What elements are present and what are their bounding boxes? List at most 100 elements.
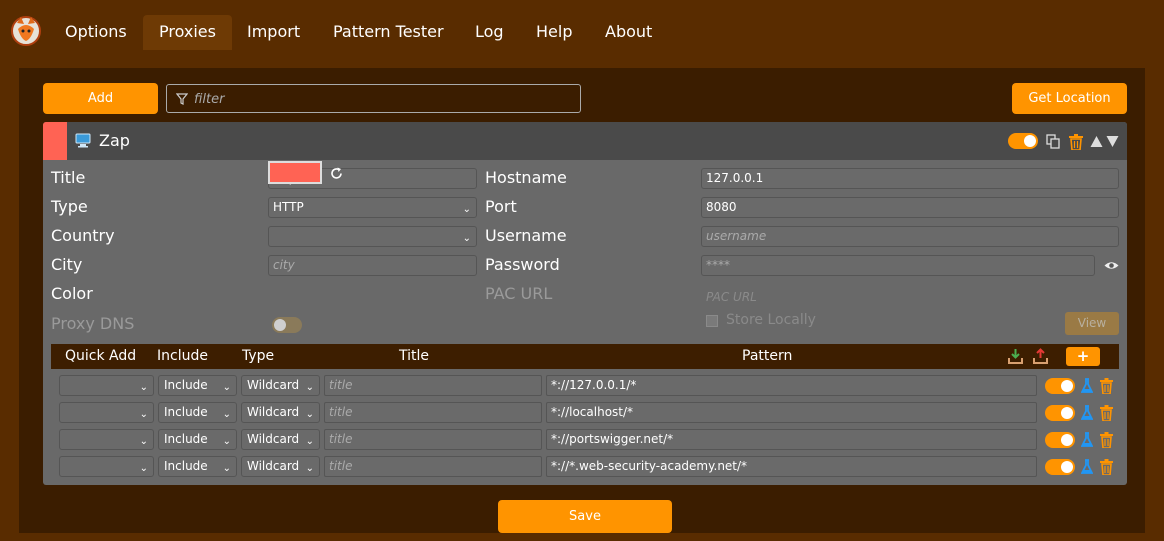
test-pattern-icon[interactable]	[1081, 459, 1093, 475]
include-select[interactable]: Include ⌄	[158, 456, 237, 477]
tab-options[interactable]: Options	[49, 15, 143, 50]
tab-about[interactable]: About	[589, 15, 668, 50]
include-select[interactable]: Include ⌄	[158, 429, 237, 450]
pattern-title-input[interactable]: title	[324, 375, 542, 396]
view-pac-button[interactable]: View	[1065, 312, 1119, 335]
chevron-down-icon: ⌄	[222, 409, 231, 420]
title-label: Title	[51, 168, 86, 187]
username-input[interactable]: username	[701, 226, 1119, 247]
chevron-down-icon: ⌄	[462, 233, 471, 244]
chevron-down-icon: ⌄	[222, 436, 231, 447]
tab-log[interactable]: Log	[459, 15, 520, 50]
chevron-down-icon: ⌄	[139, 463, 148, 474]
proxy-card: Zap Title Zap Type HTTP ⌄ Country ⌄ City	[43, 122, 1127, 485]
pattern-title-input[interactable]: title	[324, 456, 542, 477]
country-select[interactable]: ⌄	[268, 226, 477, 247]
type-value: Wildcard	[247, 459, 300, 473]
hostname-input[interactable]: 127.0.0.1	[701, 168, 1119, 189]
show-password-icon[interactable]	[1104, 260, 1119, 271]
tab-import[interactable]: Import	[231, 15, 316, 50]
pattern-title-input[interactable]: title	[324, 429, 542, 450]
export-patterns-icon[interactable]	[1033, 348, 1048, 364]
test-pattern-icon[interactable]	[1081, 405, 1093, 421]
port-label: Port	[485, 197, 517, 216]
port-input[interactable]: 8080	[701, 197, 1119, 218]
pattern-input[interactable]: *://portswigger.net/*	[546, 429, 1037, 450]
duplicate-icon[interactable]	[1046, 134, 1060, 149]
import-patterns-icon[interactable]	[1008, 348, 1023, 364]
store-locally-checkbox[interactable]	[706, 315, 718, 327]
quick-add-select[interactable]: ⌄	[59, 402, 154, 423]
top-nav: Options Proxies Import Pattern Tester Lo…	[0, 0, 1164, 50]
save-button[interactable]: Save	[498, 500, 672, 533]
city-input[interactable]: city	[268, 255, 477, 276]
tab-proxies[interactable]: Proxies	[143, 15, 232, 50]
type-select[interactable]: HTTP ⌄	[268, 197, 477, 218]
foxyproxy-logo-icon	[11, 16, 41, 46]
password-input[interactable]: ****	[701, 255, 1095, 276]
refresh-color-icon[interactable]	[330, 167, 343, 180]
type-select[interactable]: Wildcard ⌄	[241, 456, 320, 477]
chevron-down-icon: ⌄	[305, 436, 314, 447]
proxy-card-header[interactable]: Zap	[43, 122, 1127, 160]
type-select[interactable]: Wildcard ⌄	[241, 375, 320, 396]
title-header: Title	[399, 348, 430, 364]
pattern-row: ⌄ Include ⌄ Wildcard ⌄ title *://127.0.0.1…	[43, 375, 1127, 397]
quick-add-select[interactable]: ⌄	[59, 375, 154, 396]
test-pattern-icon[interactable]	[1081, 432, 1093, 448]
password-label: Password	[485, 255, 560, 274]
type-value: Wildcard	[247, 432, 300, 446]
get-location-button[interactable]: Get Location	[1012, 83, 1127, 114]
pac-url-label: PAC URL	[485, 284, 553, 303]
quick-add-select[interactable]: ⌄	[59, 456, 154, 477]
move-down-icon[interactable]	[1106, 135, 1119, 148]
type-value: Wildcard	[247, 378, 300, 392]
delete-pattern-icon[interactable]	[1100, 378, 1113, 394]
proxy-dns-toggle[interactable]	[272, 317, 302, 333]
chevron-down-icon: ⌄	[139, 382, 148, 393]
add-pattern-button[interactable]: +	[1066, 347, 1100, 366]
city-label: City	[51, 255, 83, 274]
pattern-enabled-toggle[interactable]	[1045, 432, 1075, 448]
type-select[interactable]: Wildcard ⌄	[241, 402, 320, 423]
tab-pattern-tester[interactable]: Pattern Tester	[317, 15, 460, 50]
pattern-header: Pattern	[742, 348, 793, 364]
filter-input[interactable]: filter	[166, 84, 581, 113]
include-value: Include	[164, 432, 208, 446]
delete-proxy-icon[interactable]	[1069, 134, 1083, 150]
include-select[interactable]: Include ⌄	[158, 375, 237, 396]
pattern-input[interactable]: *://localhost/*	[546, 402, 1037, 423]
country-label: Country	[51, 226, 115, 245]
hostname-label: Hostname	[485, 168, 567, 187]
type-label: Type	[51, 197, 88, 216]
delete-pattern-icon[interactable]	[1100, 432, 1113, 448]
include-value: Include	[164, 459, 208, 473]
pattern-enabled-toggle[interactable]	[1045, 459, 1075, 475]
chevron-down-icon: ⌄	[222, 382, 231, 393]
include-select[interactable]: Include ⌄	[158, 402, 237, 423]
pattern-input[interactable]: *://*.web-security-academy.net/*	[546, 456, 1037, 477]
type-select[interactable]: Wildcard ⌄	[241, 429, 320, 450]
proxy-enabled-toggle[interactable]	[1008, 133, 1038, 149]
pattern-row: ⌄ Include ⌄ Wildcard ⌄ title *://*.web-sec…	[43, 456, 1127, 478]
test-pattern-icon[interactable]	[1081, 378, 1093, 394]
add-button[interactable]: Add	[43, 83, 158, 114]
chevron-down-icon: ⌄	[139, 409, 148, 420]
pattern-enabled-toggle[interactable]	[1045, 405, 1075, 421]
filter-icon	[176, 93, 188, 105]
delete-pattern-icon[interactable]	[1100, 459, 1113, 475]
tab-help[interactable]: Help	[520, 15, 588, 50]
pattern-title-input[interactable]: title	[324, 402, 542, 423]
proxy-dns-label: Proxy DNS	[51, 314, 135, 333]
move-up-icon[interactable]	[1090, 135, 1103, 148]
color-label: Color	[51, 284, 93, 303]
pac-url-input[interactable]: PAC URL	[701, 287, 1119, 308]
pattern-enabled-toggle[interactable]	[1045, 378, 1075, 394]
color-picker[interactable]	[268, 161, 322, 184]
chevron-down-icon: ⌄	[305, 409, 314, 420]
delete-pattern-icon[interactable]	[1100, 405, 1113, 421]
include-value: Include	[164, 405, 208, 419]
quick-add-select[interactable]: ⌄	[59, 429, 154, 450]
pattern-input[interactable]: *://127.0.0.1/*	[546, 375, 1037, 396]
filter-placeholder: filter	[194, 92, 225, 107]
